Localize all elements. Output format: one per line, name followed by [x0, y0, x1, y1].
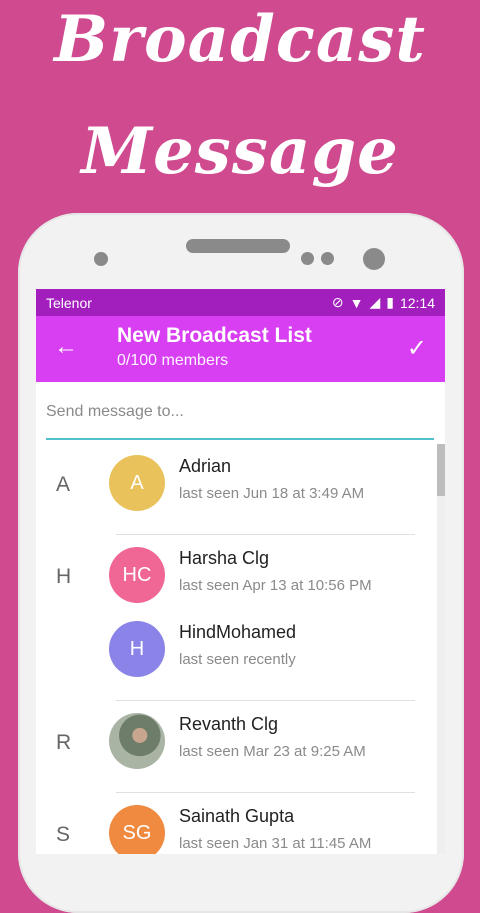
contact-name: Sainath Gupta — [179, 806, 295, 826]
phone-sensor — [301, 252, 314, 265]
section-letter: H — [56, 565, 72, 588]
last-seen: last seen Jun 18 at 3:49 AM — [179, 485, 365, 502]
banner-line-2: Message — [81, 114, 399, 189]
member-count: 0/100 members — [117, 352, 229, 369]
clock: 12:14 — [399, 294, 435, 311]
wifi-icon: ▼ — [349, 294, 364, 311]
search-input[interactable]: Send message to... — [46, 400, 434, 440]
avatar: H — [109, 621, 165, 677]
front-camera — [363, 248, 385, 270]
contact-row[interactable]: A A Adrian last seen Jun 18 at 3:49 AM — [36, 443, 445, 535]
contact-row[interactable]: R Revanth Clg last seen Mar 23 at 9:25 A… — [36, 701, 445, 793]
profile-photo — [109, 713, 165, 769]
last-seen: last seen Apr 13 at 10:56 PM — [179, 577, 372, 594]
check-icon[interactable]: ✓ — [407, 334, 427, 363]
section-letter: R — [56, 731, 72, 754]
section-letter: A — [56, 473, 71, 496]
avatar: HC — [109, 547, 165, 603]
page-title: New Broadcast List — [117, 324, 312, 347]
status-icons: ⊘ ▼ ◢ ▮ 12:14 — [332, 294, 435, 311]
status-bar: Telenor ⊘ ▼ ◢ ▮ 12:14 — [36, 289, 445, 316]
contact-row[interactable]: H HC Harsha Clg last seen Apr 13 at 10:5… — [36, 535, 445, 609]
contact-row[interactable]: H HindMohamed last seen recently — [36, 609, 445, 701]
phone-screen: Telenor ⊘ ▼ ◢ ▮ 12:14 ← New Broadcast Li… — [36, 289, 445, 854]
last-seen: last seen Jan 31 at 11:45 AM — [179, 835, 372, 852]
phone-sensor — [321, 252, 334, 265]
contact-row[interactable]: S SG Sainath Gupta last seen Jan 31 at 1… — [36, 793, 445, 854]
contact-name: Revanth Clg — [179, 714, 279, 734]
section-letter: S — [56, 823, 71, 846]
last-seen: last seen Mar 23 at 9:25 AM — [179, 743, 366, 760]
carrier-name: Telenor — [46, 294, 92, 311]
avatar: SG — [109, 805, 165, 854]
battery-icon: ▮ — [386, 294, 394, 310]
phone-sensor — [94, 252, 108, 266]
contact-name: Adrian — [179, 456, 232, 476]
contact-name: HindMohamed — [179, 622, 297, 642]
last-seen: last seen recently — [179, 651, 296, 668]
phone-speaker — [186, 239, 290, 253]
avatar: A — [109, 455, 165, 511]
contact-name: Harsha Clg — [179, 548, 270, 568]
app-bar: ← New Broadcast List 0/100 members ✓ — [36, 316, 445, 382]
banner-line-1: Broadcast — [54, 2, 426, 77]
contact-list: A A Adrian last seen Jun 18 at 3:49 AM H… — [36, 443, 445, 854]
do-not-disturb-icon: ⊘ — [331, 294, 344, 310]
arrow-left-icon[interactable]: ← — [54, 335, 78, 359]
signal-icon: ◢ — [369, 294, 381, 310]
